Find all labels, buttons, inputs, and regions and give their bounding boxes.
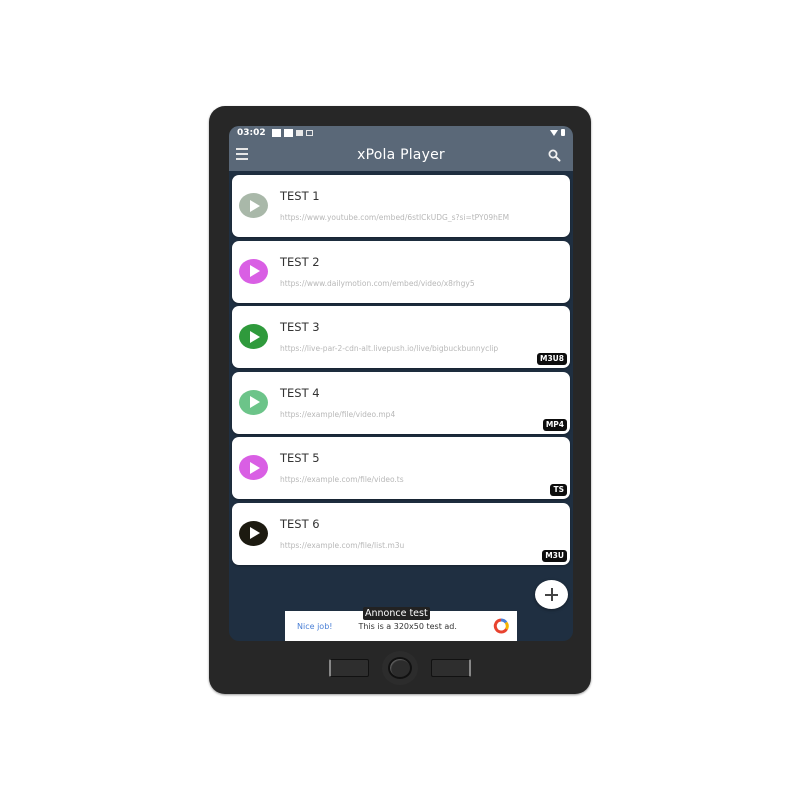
format-badge: TS xyxy=(550,484,567,496)
media-item[interactable]: TEST 5 https://example.com/file/video.ts T… xyxy=(232,437,570,499)
play-icon[interactable] xyxy=(239,258,268,284)
home-hardware-button[interactable] xyxy=(382,651,418,685)
status-time: 03:02 xyxy=(237,127,266,138)
image-icon xyxy=(305,129,313,136)
media-item-url: https://example.com/file/video.ts xyxy=(280,475,404,484)
status-bar: 03:02 xyxy=(229,126,573,139)
media-item-name: TEST 6 xyxy=(280,516,320,531)
play-icon[interactable] xyxy=(239,520,268,546)
media-item-name: TEST 1 xyxy=(280,189,320,203)
play-icon[interactable] xyxy=(239,193,268,218)
format-badge: M3U8 xyxy=(537,353,567,365)
ad-logo-icon xyxy=(493,618,509,634)
ad-description: This is a 320x50 test ad. xyxy=(358,621,457,631)
app-bar: xPola Player xyxy=(229,139,573,171)
format-badge: M3U xyxy=(542,549,567,562)
media-item-name: TEST 5 xyxy=(280,451,320,465)
menu-icon[interactable] xyxy=(236,148,248,160)
recents-hardware-button[interactable] xyxy=(431,659,471,677)
search-icon[interactable] xyxy=(548,149,561,162)
ad-label: Annonce test xyxy=(363,607,430,620)
back-hardware-button[interactable] xyxy=(329,659,369,677)
media-item-name: TEST 3 xyxy=(280,320,320,334)
media-item-url: https://example.com/file/list.m3u xyxy=(280,540,405,550)
media-item[interactable]: TEST 3 https://live-par-2-cdn-alt.livepus… xyxy=(232,306,570,368)
play-icon[interactable] xyxy=(239,455,268,480)
add-button[interactable] xyxy=(535,580,568,609)
media-item[interactable]: TEST 1 https://www.youtube.com/embed/6stI… xyxy=(232,175,570,237)
status-right xyxy=(550,129,565,136)
notification-small-icon xyxy=(295,129,303,136)
notification-icon xyxy=(283,128,293,137)
media-item-url: https://live-par-2-cdn-alt.livepush.io/l… xyxy=(280,344,499,353)
media-item-url: https://www.youtube.com/embed/6stICkUDG_… xyxy=(280,213,510,222)
ad-banner[interactable]: Nice job! This is a 320x50 test ad. Anno… xyxy=(285,607,517,641)
tablet-frame: 03:02 xPola Player TEST 1 https://www.you… xyxy=(209,106,591,694)
plus-icon xyxy=(545,588,558,601)
media-item-name: TEST 2 xyxy=(280,254,320,269)
screen: 03:02 xPola Player TEST 1 https://www.you… xyxy=(229,126,573,641)
notification-icon xyxy=(271,128,281,137)
ad-headline: Nice job! xyxy=(297,621,333,631)
wifi-icon xyxy=(550,129,558,136)
play-icon[interactable] xyxy=(239,389,268,415)
home-ring-icon xyxy=(388,657,412,679)
play-icon[interactable] xyxy=(239,324,268,349)
media-item-url: https://www.dailymotion.com/embed/video/… xyxy=(280,278,475,288)
battery-icon xyxy=(561,129,565,136)
media-item[interactable]: TEST 6 https://example.com/file/list.m3u M… xyxy=(232,502,570,565)
media-list: TEST 1 https://www.youtube.com/embed/6stI… xyxy=(232,175,570,568)
media-item[interactable]: TEST 4 https://example/file/video.mp4 MP4 xyxy=(232,371,570,434)
format-badge: MP4 xyxy=(542,418,567,431)
app-title: xPola Player xyxy=(357,147,445,163)
media-item[interactable]: TEST 2 https://www.dailymotion.com/embed/… xyxy=(232,240,570,303)
media-item-name: TEST 4 xyxy=(280,385,320,400)
media-item-url: https://example/file/video.mp4 xyxy=(280,409,396,419)
